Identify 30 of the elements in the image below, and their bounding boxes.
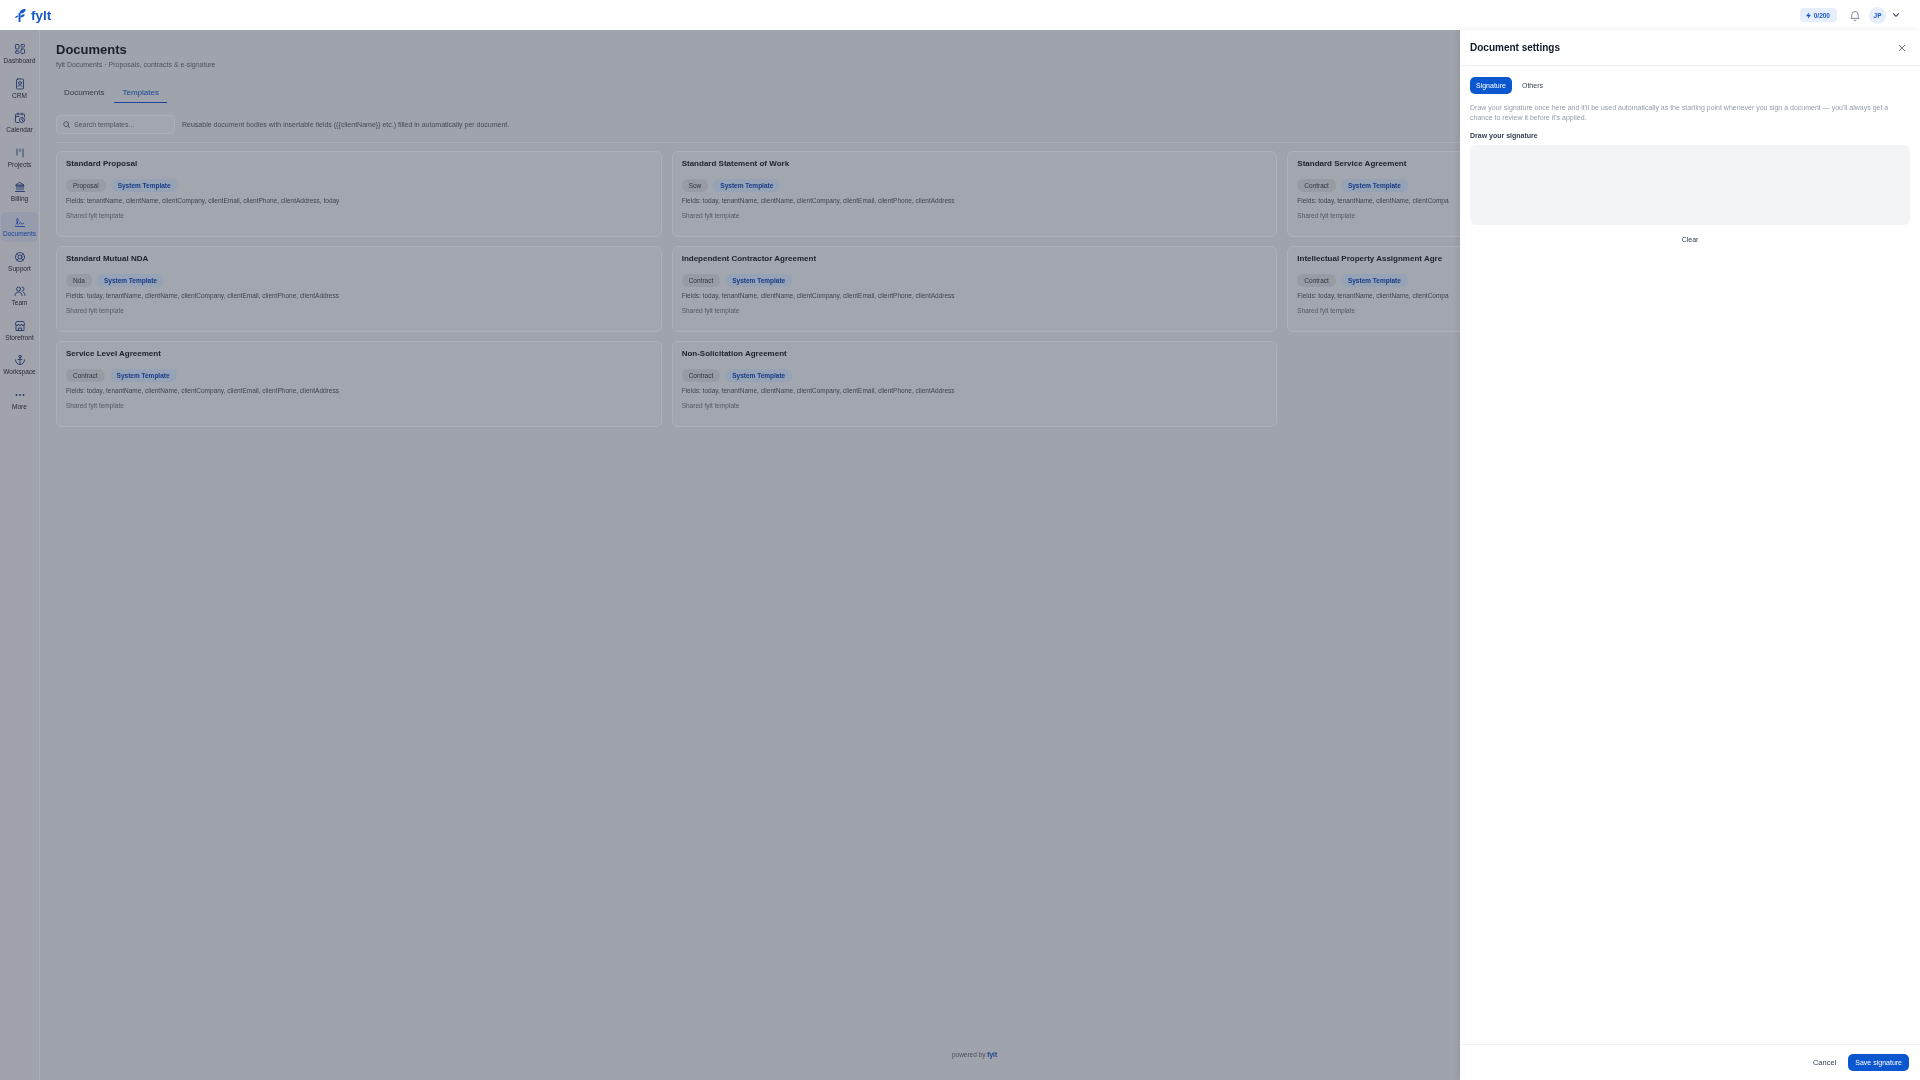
bolt-icon xyxy=(1805,11,1811,19)
columns-icon xyxy=(13,146,26,159)
card-title: Non-Solicitation Agreement xyxy=(681,349,787,359)
signature-icon xyxy=(13,215,26,228)
anchor-icon xyxy=(13,354,26,367)
card-title: Intellectual Property Assignment Agre xyxy=(1297,254,1443,264)
card-title: Standard Statement of Work xyxy=(681,159,790,169)
bell-icon[interactable] xyxy=(1850,9,1860,21)
close-button[interactable] xyxy=(1898,43,1906,52)
contact-card-icon xyxy=(13,77,26,90)
card-title: Service Level Agreement xyxy=(66,349,161,359)
logo-text: fylt xyxy=(31,7,52,23)
card-title: Standard Service Agreement xyxy=(1297,159,1407,169)
logo-icon xyxy=(15,8,26,22)
card-title: Standard Mutual NDA xyxy=(66,254,149,264)
search-icon xyxy=(63,121,70,128)
page-title: Documents xyxy=(56,42,128,58)
card-title: Independent Contractor Agreement xyxy=(681,254,817,264)
store-icon xyxy=(13,319,26,332)
calendar-clock-icon xyxy=(13,112,26,125)
close-icon xyxy=(1899,44,1905,51)
card-title: Standard Proposal xyxy=(66,159,138,169)
tab[interactable]: Documents xyxy=(56,83,113,103)
lifebuoy-icon xyxy=(13,250,26,263)
grid-icon xyxy=(13,43,26,55)
chevron-down-icon[interactable] xyxy=(1893,13,1899,17)
panel-title: Document settings xyxy=(1470,42,1560,53)
people-icon xyxy=(13,285,26,298)
bank-icon xyxy=(13,181,26,194)
tab[interactable]: Templates xyxy=(114,83,167,103)
